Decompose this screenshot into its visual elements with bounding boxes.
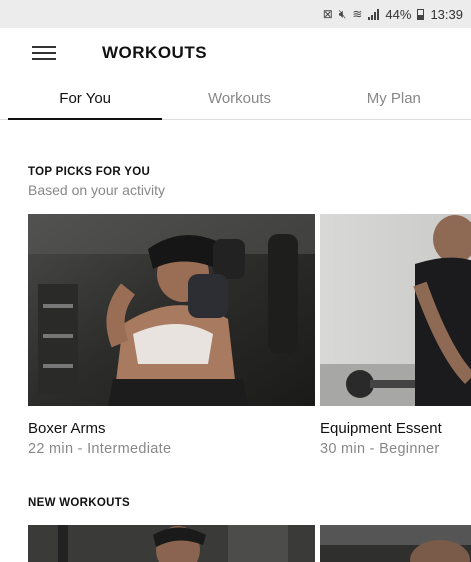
- battery-icon: [417, 8, 425, 20]
- wifi-icon: ≋: [352, 7, 363, 21]
- notification-icon: ⊠: [322, 7, 333, 21]
- tab-workouts[interactable]: Workouts: [162, 78, 316, 119]
- new-workouts-carousel[interactable]: [28, 525, 471, 562]
- workout-image: [28, 214, 315, 406]
- workout-image: [320, 214, 471, 406]
- new-workout-card[interactable]: [28, 525, 315, 562]
- top-picks-section: TOP PICKS FOR YOU Based on your activity: [0, 166, 471, 457]
- workout-meta: 30 min - Beginner: [320, 441, 440, 457]
- app-bar: WORKOUTS: [0, 28, 471, 78]
- top-picks-carousel[interactable]: Boxer Arms 22 min - Intermediate Equipme…: [28, 214, 471, 457]
- new-workouts-section: NEW WORKOUTS: [0, 497, 471, 562]
- new-workout-card[interactable]: [320, 525, 471, 562]
- section-title-top-picks: TOP PICKS FOR YOU: [28, 166, 151, 178]
- workout-image: [28, 525, 315, 562]
- workout-meta: 22 min - Intermediate: [28, 441, 172, 457]
- workout-card-equipment-essentials[interactable]: Equipment Essent 30 min - Beginner: [320, 214, 471, 457]
- section-title-new-workouts: NEW WORKOUTS: [28, 497, 130, 509]
- signal-icon: [368, 8, 380, 20]
- tab-for-you[interactable]: For You: [8, 78, 163, 120]
- workout-image: [320, 525, 471, 562]
- workout-name: Equipment Essent: [320, 420, 442, 437]
- mute-icon: 🔇︎: [338, 6, 347, 21]
- tab-my-plan[interactable]: My Plan: [317, 78, 471, 119]
- clock: 13:39: [430, 6, 463, 22]
- battery-level: 44%: [385, 6, 412, 22]
- page-title: WORKOUTS: [102, 43, 208, 62]
- workout-card-boxer-arms[interactable]: Boxer Arms 22 min - Intermediate: [28, 214, 315, 457]
- hamburger-menu-icon[interactable]: [32, 46, 56, 60]
- status-bar: ⊠ 🔇︎ ≋ 44% 13:39: [0, 0, 471, 28]
- section-subtitle-top-picks: Based on your activity: [28, 182, 165, 198]
- tab-bar: For You Workouts My Plan: [0, 78, 471, 120]
- workout-name: Boxer Arms: [28, 420, 106, 437]
